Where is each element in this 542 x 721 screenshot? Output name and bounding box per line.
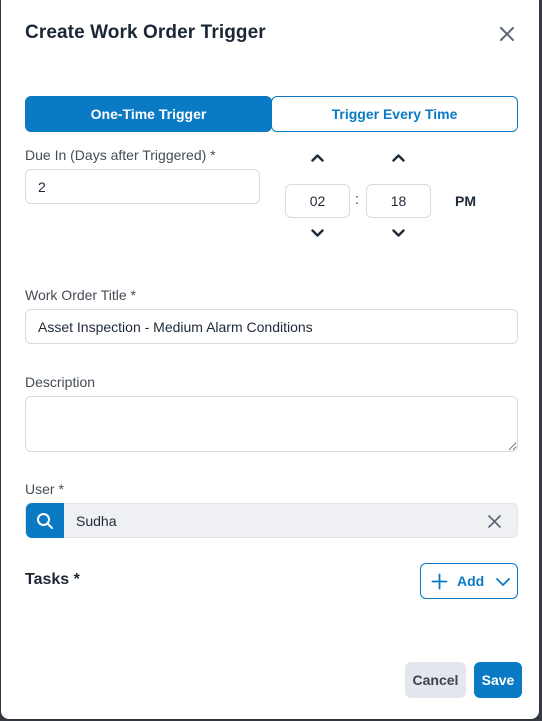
chevron-down-icon [496,578,510,586]
user-field: Sudha [25,503,518,538]
close-icon [500,27,514,41]
minute-decrement-button[interactable] [390,225,406,241]
due-in-label: Due In (Days after Triggered) * [25,147,216,163]
minute-input[interactable]: 18 [366,184,431,218]
chevron-up-icon [391,153,405,162]
work-order-title-input[interactable]: Asset Inspection - Medium Alarm Conditio… [25,309,518,344]
trigger-every-time-button[interactable]: Trigger Every Time [271,96,518,132]
add-task-button[interactable]: Add [420,563,518,599]
tasks-label: Tasks * [25,571,80,588]
work-order-title-label: Work Order Title * [25,287,136,303]
create-work-order-trigger-dialog: Create Work Order Trigger One-Time Trigg… [1,0,539,719]
one-time-trigger-button[interactable]: One-Time Trigger [25,96,272,132]
add-task-label: Add [457,573,485,589]
clear-icon [487,514,501,528]
chevron-up-icon [310,153,324,162]
user-search-button[interactable] [26,503,64,538]
chevron-down-icon [391,228,405,237]
close-button[interactable] [495,22,519,46]
description-textarea[interactable] [25,396,518,452]
hour-increment-button[interactable] [309,149,325,165]
hour-input[interactable]: 02 [285,184,350,218]
user-label: User * [25,481,64,497]
time-separator: : [355,191,360,208]
minute-increment-button[interactable] [390,149,406,165]
user-value[interactable]: Sudha [76,513,116,529]
user-clear-button[interactable] [486,513,502,529]
plus-icon [431,573,448,590]
chevron-down-icon [310,228,324,237]
hour-decrement-button[interactable] [309,225,325,241]
due-in-days-input[interactable]: 2 [25,169,260,204]
meridiem-toggle[interactable]: PM [455,193,476,209]
description-label: Description [25,374,96,390]
search-icon [37,512,53,529]
dialog-title: Create Work Order Trigger [25,22,266,43]
save-button[interactable]: Save [474,662,522,698]
cancel-button[interactable]: Cancel [405,662,466,698]
